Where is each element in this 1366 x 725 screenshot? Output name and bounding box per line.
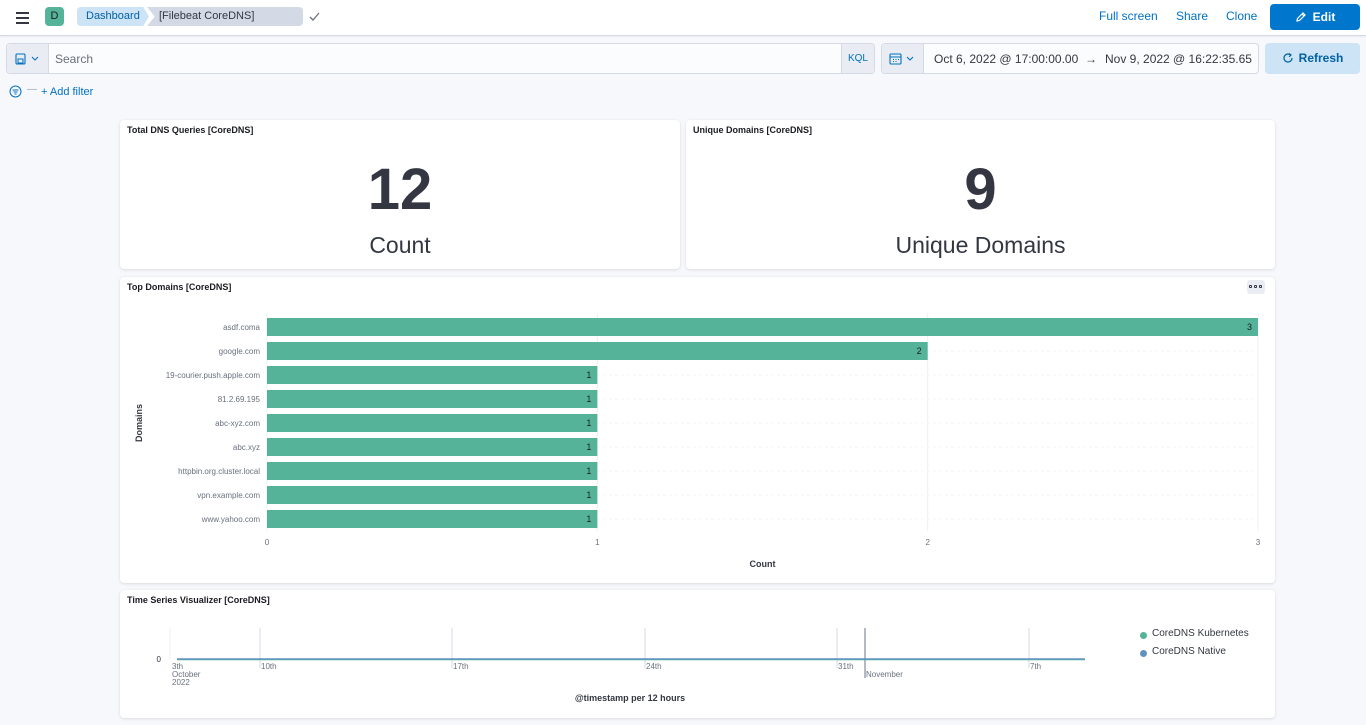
bar-value-label: 1 (586, 370, 591, 380)
search-input[interactable] (53, 45, 843, 72)
panel-title: Total DNS Queries [CoreDNS] (127, 125, 254, 135)
filter-separator: — (27, 84, 37, 95)
time-series-chart: 03thOctober202210th 17th 24th 31thNovember7… (157, 628, 1085, 703)
y-tick-label: vpn.example.com (197, 491, 260, 500)
bar-value-label: 1 (586, 490, 591, 500)
calendar-icon (889, 53, 914, 65)
clone-link[interactable]: Clone (1226, 9, 1257, 23)
bar[interactable] (267, 438, 598, 456)
hamburger-menu-icon[interactable] (10, 6, 34, 30)
x-tick-label: 24th (646, 662, 662, 671)
bar[interactable] (267, 510, 598, 528)
legend-dot-icon (1140, 650, 1147, 657)
x-tick-sublabel: 2022 (172, 678, 190, 687)
legend-label: CoreDNS Kubernetes (1152, 628, 1249, 639)
chart-legend: CoreDNS Kubernetes CoreDNS Native (1138, 628, 1249, 664)
date-picker: Oct 6, 2022 @ 17:00:00.00 → Nov 9, 2022 … (881, 43, 1259, 74)
add-filter-link[interactable]: + Add filter (41, 86, 93, 98)
x-axis-title: Count (750, 559, 776, 569)
query-bar: KQL (6, 43, 875, 74)
y-tick-label: abc-xyz.com (215, 419, 260, 428)
full-screen-link[interactable]: Full screen (1099, 9, 1158, 23)
edit-label: Edit (1312, 10, 1336, 24)
edit-button[interactable]: Edit (1270, 4, 1360, 30)
space-avatar[interactable]: D (45, 7, 64, 26)
x-tick-label: November (866, 670, 903, 679)
panel-unique-domains: Unique Domains [CoreDNS] 9 Unique Domain… (686, 120, 1275, 269)
metric-label: Count (369, 232, 431, 258)
top-header: D Dashboard [Filebeat CoreDNS] Overview … (0, 0, 1366, 36)
quick-select-button[interactable] (882, 44, 924, 73)
bar[interactable] (267, 486, 598, 504)
panel-time-series: Time Series Visualizer [CoreDNS] 0 3th Oct… (120, 590, 1275, 718)
y-tick-label: abc.xyz (233, 443, 260, 452)
x-tick-label: 3 (1256, 538, 1261, 547)
y-tick-label: 0 (157, 655, 162, 664)
metric-value: 9 (964, 157, 997, 222)
save-icon (15, 53, 39, 65)
bar-value-label: 1 (586, 418, 591, 428)
x-tick-label: 10th (261, 662, 277, 671)
x-tick-label: 7th (1030, 662, 1041, 671)
legend-dot-icon (1140, 632, 1147, 639)
bar[interactable] (267, 390, 598, 408)
refresh-label: Refresh (1298, 51, 1344, 65)
query-language-button[interactable]: KQL (841, 44, 874, 73)
y-tick-label: 81.2.69.195 (218, 395, 261, 404)
x-tick-label: 31th (838, 662, 854, 671)
bar[interactable] (267, 462, 598, 480)
refresh-button[interactable]: Refresh (1265, 43, 1360, 74)
x-tick-label: 1 (595, 538, 600, 547)
panel-top-domains: Top Domains [CoreDNS] 0 1 2 3 3 asdf.coma 2 goo… (120, 277, 1275, 583)
pencil-icon (1295, 11, 1306, 22)
y-tick-label: google.com (219, 347, 261, 356)
share-link[interactable]: Share (1176, 9, 1208, 23)
bar[interactable] (267, 414, 598, 432)
y-tick-label: asdf.coma (223, 323, 260, 332)
legend-label: CoreDNS Native (1152, 646, 1226, 657)
legend-item[interactable]: CoreDNS Native (1138, 646, 1249, 664)
top-domains-chart: 0 1 2 3 3 asdf.coma 2 google.com 1 19-courier.pus… (134, 313, 1261, 569)
panel-title: Unique Domains [CoreDNS] (693, 125, 813, 135)
metric-value: 12 (367, 157, 433, 222)
metric-label: Unique Domains (895, 232, 1066, 258)
bar-value-label: 1 (586, 394, 591, 404)
x-tick-label: 2 (925, 538, 930, 547)
bar-value-label: 1 (586, 514, 591, 524)
bar-value-label: 3 (1247, 322, 1252, 332)
bar-value-label: 1 (586, 466, 591, 476)
end-date[interactable]: Nov 9, 2022 @ 16:22:35.65 (1105, 52, 1252, 66)
y-tick-label: httpbin.org.cluster.local (178, 467, 260, 476)
breadcrumb-dashboard[interactable]: Dashboard (77, 7, 149, 26)
breadcrumb-current-dashboard: [Filebeat CoreDNS] Overview (147, 7, 303, 26)
y-axis-title: Domains (134, 404, 144, 442)
panel-total-dns-queries: Total DNS Queries [CoreDNS] 12 Count (120, 120, 680, 269)
refresh-icon (1283, 52, 1293, 63)
bar[interactable] (267, 366, 598, 384)
filter-icon[interactable] (9, 85, 22, 98)
bar-value-label: 1 (586, 442, 591, 452)
bar[interactable] (267, 318, 1258, 336)
bar[interactable] (267, 342, 928, 360)
y-tick-label: 19-courier.push.apple.com (166, 371, 261, 380)
date-range-arrow: → (1085, 52, 1097, 66)
bar-value-label: 2 (917, 346, 922, 356)
x-axis-title: @timestamp per 12 hours (575, 693, 685, 703)
x-tick-label: 0 (265, 538, 270, 547)
checkmark-icon (309, 7, 323, 26)
x-tick-label: 17th (453, 662, 469, 671)
start-date[interactable]: Oct 6, 2022 @ 17:00:00.00 (934, 52, 1078, 66)
y-tick-label: www.yahoo.com (201, 515, 261, 524)
saved-query-button[interactable] (7, 44, 49, 73)
legend-item[interactable]: CoreDNS Kubernetes (1138, 628, 1249, 646)
